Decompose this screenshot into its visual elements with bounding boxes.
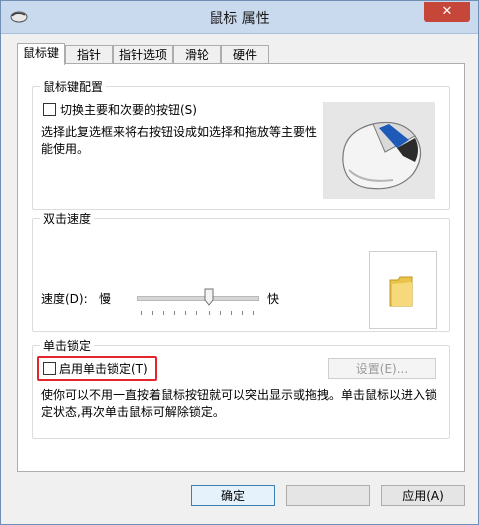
switch-buttons-checkbox[interactable] <box>43 103 56 116</box>
slider-tick <box>196 311 197 315</box>
slow-label: 慢 <box>99 292 112 306</box>
click-lock-label: 单击锁定 <box>40 337 95 354</box>
close-button[interactable]: ✕ <box>424 2 470 22</box>
speed-slider-thumb[interactable] <box>204 288 214 306</box>
speed-slider-track[interactable] <box>137 296 259 301</box>
slider-tick <box>141 311 142 315</box>
ok-button[interactable]: 确定 <box>191 485 275 506</box>
switch-buttons-description: 选择此复选框来将右按钮设成如选择和拖放等主要性能使用。 <box>41 125 318 156</box>
apply-button[interactable]: 应用(A) <box>381 485 465 506</box>
button-config-group: 鼠标键配置 切换主要和次要的按钮(S) 选择此复选框来将右按钮设成如选择和拖放等… <box>32 78 450 210</box>
click-lock-checkbox-label[interactable]: 启用单击锁定(T) <box>59 360 148 377</box>
mouse-illustration-icon <box>323 102 435 199</box>
speed-label: 速度(D): <box>41 292 88 306</box>
cancel-button[interactable] <box>286 485 370 506</box>
slider-tick <box>253 311 254 315</box>
slider-tick <box>231 311 232 315</box>
fast-label: 快 <box>267 292 280 306</box>
tab-pointer-options[interactable]: 指针选项 <box>113 45 173 64</box>
tab-buttons[interactable]: 鼠标键 <box>17 43 65 65</box>
slider-tick <box>242 311 243 315</box>
window-title: 鼠标 属性 <box>209 11 270 27</box>
switch-buttons-label[interactable]: 切换主要和次要的按钮(S) <box>60 101 197 118</box>
tab-wheel[interactable]: 滑轮 <box>173 45 221 64</box>
double-click-group: 双击速度 速度(D): 慢 快 <box>32 210 450 332</box>
title-bar[interactable]: 鼠标 属性 ✕ <box>1 1 478 34</box>
double-click-label: 双击速度 <box>40 210 95 227</box>
tab-panel: 鼠标键配置 切换主要和次要的按钮(S) 选择此复选框来将右按钮设成如选择和拖放等… <box>17 63 465 472</box>
folder-test-icon[interactable] <box>388 274 414 308</box>
slider-tick <box>185 311 186 315</box>
slider-tick <box>174 311 175 315</box>
click-lock-group: 单击锁定 启用单击锁定(T) 设置(E)... 使你可以不用一直按着鼠标按钮就可… <box>32 337 450 439</box>
tab-hardware[interactable]: 硬件 <box>221 45 269 64</box>
slider-tick <box>220 311 221 315</box>
test-area[interactable] <box>369 251 437 329</box>
button-config-label: 鼠标键配置 <box>40 78 107 95</box>
slider-tick <box>209 311 210 315</box>
tab-pointers[interactable]: 指针 <box>65 45 113 64</box>
click-lock-settings-button[interactable]: 设置(E)... <box>328 358 436 379</box>
click-lock-description: 使你可以不用一直按着鼠标按钮就可以突出显示或拖拽。单击鼠标以进入锁定状态,再次单… <box>41 388 438 419</box>
click-lock-checkbox[interactable] <box>43 362 56 375</box>
mouse-properties-window: 鼠标 属性 ✕ 鼠标键 指针 指针选项 滑轮 硬件 鼠标键配置 切换主要和次要的… <box>0 0 479 525</box>
slider-tick <box>163 311 164 315</box>
slider-tick <box>152 311 153 315</box>
